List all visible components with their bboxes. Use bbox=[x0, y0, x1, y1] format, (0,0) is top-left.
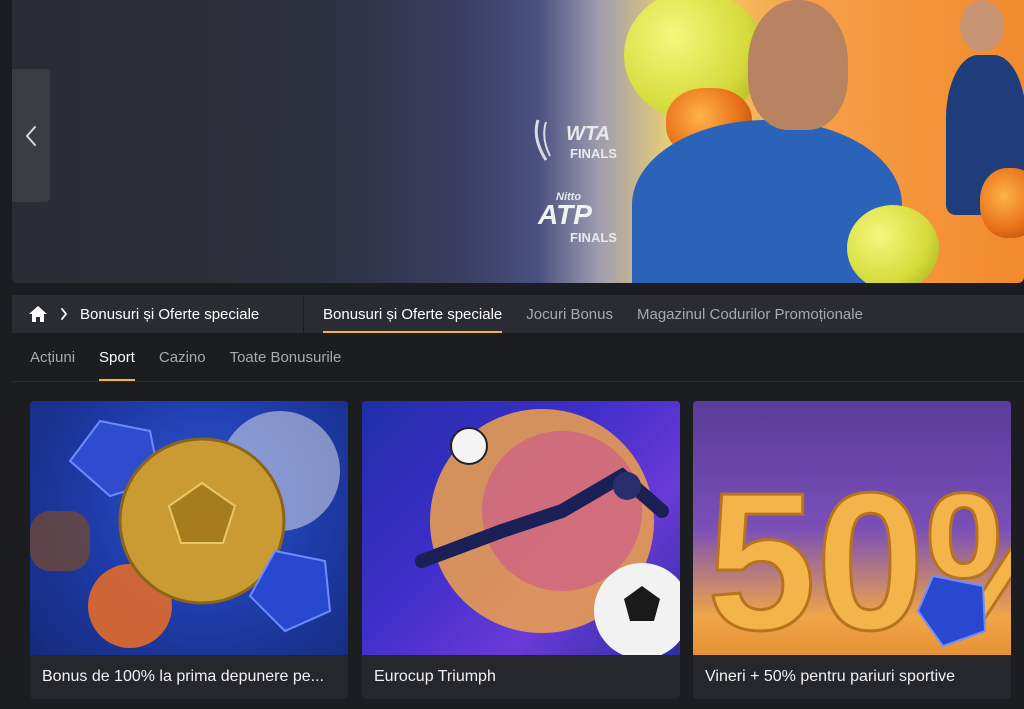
promo-nav-bar: Bonusuri și Oferte speciale Bonusuri și … bbox=[12, 295, 1024, 333]
bonus-card-title: Eurocup Triumph bbox=[374, 668, 496, 685]
bonus-card-image: 50% bbox=[693, 401, 1011, 655]
bonus-card[interactable]: 50% Vineri + 50% pentru pariuri sportive bbox=[693, 401, 1011, 699]
subtab-cazino[interactable]: Cazino bbox=[159, 333, 206, 381]
breadcrumb: Bonusuri și Oferte speciale bbox=[12, 295, 304, 333]
atp-finals-logo: Nitto ATP FINALS bbox=[534, 188, 634, 253]
player-face-image bbox=[748, 0, 848, 130]
bonus-card-title: Vineri + 50% pentru pariuri sportive bbox=[705, 668, 956, 685]
bonus-card[interactable]: Eurocup Triumph bbox=[362, 401, 680, 699]
wta-logo-sub: FINALS bbox=[570, 146, 617, 161]
pumpkin-image-2 bbox=[980, 168, 1024, 238]
atp-logo-text: ATP bbox=[537, 199, 592, 230]
wta-logo-text: WTA bbox=[566, 123, 610, 145]
breadcrumb-current: Bonusuri și Oferte speciale bbox=[80, 305, 260, 323]
home-icon[interactable] bbox=[28, 305, 48, 323]
tab-bonusuri-oferte[interactable]: Bonusuri și Oferte speciale bbox=[323, 295, 503, 333]
carousel-prev-button[interactable] bbox=[12, 69, 50, 202]
chevron-left-icon bbox=[26, 125, 36, 146]
chevron-right-icon bbox=[61, 308, 68, 320]
tennis-ball-image-2 bbox=[847, 205, 939, 283]
wta-finals-logo: WTA FINALS bbox=[532, 116, 632, 173]
promo-banner[interactable]: WTA FINALS Nitto ATP FINALS bbox=[12, 0, 1024, 283]
section-tabs: Bonusuri și Oferte speciale Jocuri Bonus… bbox=[304, 295, 863, 333]
bonus-card-image bbox=[362, 401, 680, 655]
player-two-face-image bbox=[960, 0, 1004, 52]
subtab-sport[interactable]: Sport bbox=[99, 333, 135, 381]
tab-jocuri-bonus[interactable]: Jocuri Bonus bbox=[526, 295, 613, 333]
tab-magazinul-codurilor[interactable]: Magazinul Codurilor Promoționale bbox=[637, 295, 863, 333]
bonus-card[interactable]: Bonus de 100% la prima depunere pe... bbox=[30, 401, 348, 699]
subtab-actiuni[interactable]: Acțiuni bbox=[30, 333, 75, 381]
subtab-toate-bonusurile[interactable]: Toate Bonusurile bbox=[230, 333, 342, 381]
bonus-card-title: Bonus de 100% la prima depunere pe... bbox=[42, 668, 324, 685]
bonus-card-image bbox=[30, 401, 348, 655]
category-tabs: Acțiuni Sport Cazino Toate Bonusurile bbox=[12, 333, 1024, 382]
atp-logo-sub: FINALS bbox=[570, 230, 617, 245]
